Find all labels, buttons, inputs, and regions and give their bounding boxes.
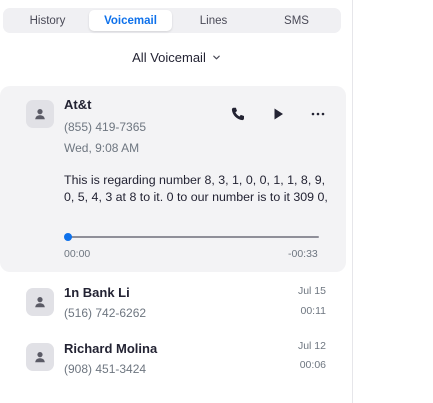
tab-lines[interactable]: Lines [172, 10, 255, 31]
caller-name: At&t [64, 97, 92, 112]
playback-progress-thumb[interactable] [64, 233, 72, 241]
call-back-button[interactable] [227, 104, 249, 124]
phone-icon [231, 107, 244, 121]
remaining-time: -00:33 [288, 248, 318, 260]
caller-name: 1n Bank Li [64, 285, 130, 300]
caller-number: (908) 451-3424 [64, 362, 147, 376]
filter-label: All Voicemail [132, 50, 206, 65]
tab-sms[interactable]: SMS [255, 10, 338, 31]
chevron-down-icon [213, 55, 220, 60]
more-icon [311, 112, 325, 116]
voicemail-datetime: Wed, 9:08 AM [64, 141, 140, 155]
playback-progress-bar[interactable] [64, 233, 319, 241]
more-options-button[interactable] [307, 104, 329, 124]
voicemail-date: Jul 15 [297, 285, 326, 297]
avatar [26, 288, 54, 316]
voicemail-list-item[interactable]: Richard Molina (908) 451-3424 Jul 12 00:… [0, 333, 346, 383]
caller-number: (516) 742-6262 [64, 306, 147, 320]
voicemail-duration: 00:06 [299, 359, 326, 371]
voicemail-duration: 00:11 [300, 305, 327, 317]
voicemail-transcript: This is regarding number 8, 3, 1, 0, 0, … [64, 173, 328, 204]
tab-history[interactable]: History [6, 10, 89, 31]
tab-bar: History Voicemail Lines SMS [3, 8, 341, 33]
voicemail-date: Jul 12 [297, 340, 326, 352]
avatar [26, 100, 54, 128]
avatar [26, 343, 54, 371]
tab-voicemail[interactable]: Voicemail [89, 10, 172, 31]
voicemail-list-item[interactable]: 1n Bank Li (516) 742-6262 Jul 15 00:11 [0, 276, 346, 326]
caller-number: (855) 419-7365 [64, 120, 147, 134]
person-icon [35, 352, 45, 363]
person-icon [35, 297, 45, 308]
voicemail-actions [227, 104, 329, 124]
voicemail-panel: History Voicemail Lines SMS All Voicemai… [0, 0, 353, 403]
play-button[interactable] [267, 104, 289, 124]
elapsed-time: 00:00 [64, 248, 91, 260]
person-icon [35, 109, 45, 120]
play-icon [274, 108, 283, 120]
voicemail-filter-dropdown[interactable]: All Voicemail [0, 50, 353, 65]
caller-name: Richard Molina [64, 341, 158, 356]
